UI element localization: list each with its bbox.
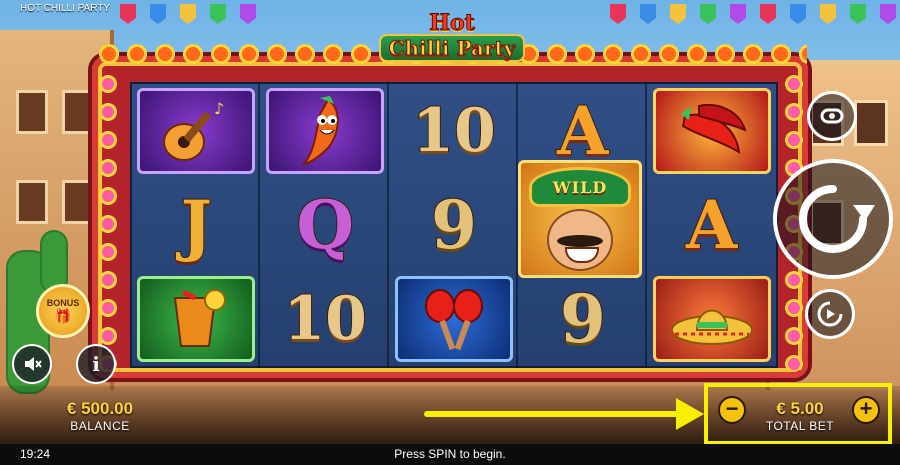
reel-cell: Q	[261, 178, 390, 272]
sombrero-icon	[670, 309, 753, 345]
maracas-symbol	[394, 276, 513, 362]
reel-cell: 9	[518, 272, 647, 366]
quick-spin-icon	[817, 301, 843, 327]
reel-grid: ♪ 10 A J Q 9 A 10 9	[130, 82, 778, 368]
tequila-cocktail-symbol	[137, 276, 256, 362]
autoplay-icon	[820, 108, 844, 124]
info-icon: i	[92, 352, 100, 376]
reel-cell	[647, 84, 776, 178]
reel-cell	[132, 272, 261, 366]
sombrero-symbol	[652, 276, 771, 362]
reel-divider	[387, 82, 389, 368]
wild-symbol: WILD	[518, 160, 642, 278]
bonus-label: BONUS	[46, 297, 80, 308]
balance-value: € 500.00	[66, 399, 134, 418]
spin-arrow-icon	[799, 185, 875, 253]
ace-symbol: A	[685, 186, 738, 264]
decrease-bet-button[interactable]: −	[718, 396, 746, 424]
reel-cell	[647, 272, 776, 366]
balance-label: BALANCE	[70, 419, 130, 433]
spin-button[interactable]	[773, 159, 893, 279]
ace-symbol: A	[556, 92, 609, 170]
pointer-arrow-shaft	[424, 411, 684, 417]
total-bet-display: € 5.00 TOTAL BET	[752, 399, 848, 433]
sound-muted-icon	[25, 357, 42, 371]
reel-cell: J	[132, 178, 261, 272]
reel-cell	[261, 84, 390, 178]
game-logo: Hot Chilli Party	[364, 12, 540, 66]
mariachi-face-icon	[547, 209, 613, 271]
svg-text:♪: ♪	[214, 99, 224, 118]
ten-symbol: 10	[411, 96, 496, 166]
status-bar: 19:24 Press SPIN to begin.	[0, 444, 900, 465]
wild-label: WILD	[552, 177, 608, 197]
ten-symbol: 10	[282, 284, 367, 354]
flower-garland-left	[96, 70, 120, 370]
bonus-button[interactable]: BONUS 🎁	[36, 284, 90, 338]
guitar-icon: ♪	[163, 99, 225, 161]
chilli-character-symbol	[266, 88, 385, 174]
reel-cell: 9	[390, 178, 519, 272]
sombrero-icon: WILD	[529, 167, 631, 207]
info-button[interactable]: i	[76, 344, 116, 384]
cocktail-glass-icon	[174, 289, 227, 347]
status-message: Press SPIN to begin.	[394, 447, 506, 461]
reel-cell	[390, 272, 519, 366]
jack-symbol: J	[180, 186, 213, 264]
reel-cell: 10	[390, 84, 519, 178]
reel-divider	[645, 82, 647, 368]
reel-divider	[258, 82, 260, 368]
maracas-icon	[424, 289, 483, 351]
quick-spin-button[interactable]	[805, 289, 855, 339]
sound-toggle-button[interactable]	[12, 344, 52, 384]
total-bet-label: TOTAL BET	[765, 419, 835, 433]
logo-line-1: Hot	[429, 10, 476, 36]
nine-symbol: 9	[559, 280, 607, 358]
logo-line-2: Chilli Party	[378, 34, 526, 62]
gift-icon: 🎁	[54, 307, 72, 324]
nine-symbol: 9	[430, 186, 478, 264]
pointer-arrow-icon	[676, 398, 704, 430]
autoplay-button[interactable]	[807, 91, 857, 141]
red-chillies-symbol	[652, 88, 771, 174]
reel-cell: 10	[261, 272, 390, 366]
reel-cell: A	[647, 178, 776, 272]
reel-cell: ♪	[132, 84, 261, 178]
guitar-symbol: ♪	[137, 88, 256, 174]
total-bet-value: € 5.00	[776, 399, 824, 418]
chilli-character-icon	[301, 96, 339, 166]
balance-display: € 500.00 BALANCE	[52, 399, 148, 433]
chilli-pepper-icon	[680, 104, 747, 154]
queen-symbol: Q	[295, 186, 354, 264]
increase-bet-button[interactable]: +	[852, 396, 880, 424]
